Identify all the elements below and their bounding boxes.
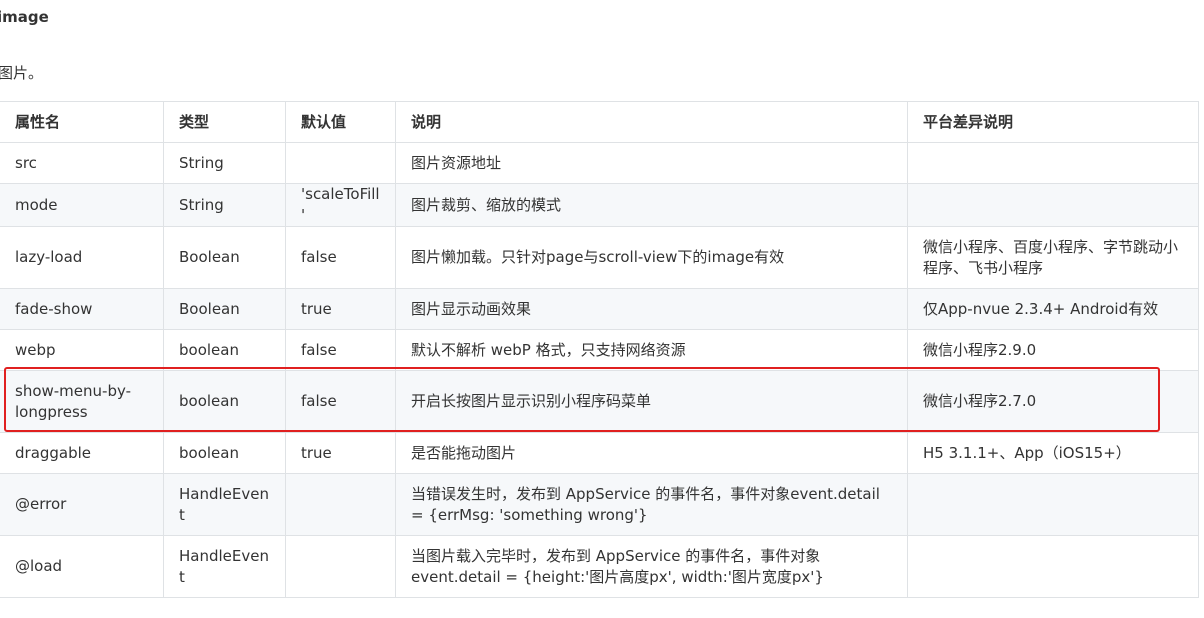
cell-default xyxy=(285,142,396,184)
cell-desc: 当图片载入完毕时，发布到 AppService 的事件名，事件对象event.d… xyxy=(395,535,908,598)
cell-platform: 仅App-nvue 2.3.4+ Android有效 xyxy=(907,288,1199,330)
table-row-show-menu-by-longpress: show-menu-by-longpress boolean false 开启长… xyxy=(0,370,1199,433)
cell-type: boolean xyxy=(163,370,286,433)
table-row-error: @error HandleEvent 当错误发生时，发布到 AppService… xyxy=(0,473,1199,536)
table-row-webp: webp boolean false 默认不解析 webP 格式，只支持网络资源… xyxy=(0,329,1199,371)
cell-name: show-menu-by-longpress xyxy=(0,370,164,433)
cell-type: Boolean xyxy=(163,226,286,289)
table-row-lazy-load: lazy-load Boolean false 图片懒加载。只针对page与sc… xyxy=(0,226,1199,289)
header-description: 说明 xyxy=(395,101,908,143)
cell-default xyxy=(285,535,396,598)
cell-desc: 图片懒加载。只针对page与scroll-view下的image有效 xyxy=(395,226,908,289)
section-description: 图片。 xyxy=(0,64,44,82)
cell-name: mode xyxy=(0,183,164,227)
cell-platform xyxy=(907,183,1199,227)
cell-default: false xyxy=(285,370,396,433)
table-row-src: src String 图片资源地址 xyxy=(0,142,1199,184)
header-attribute-name: 属性名 xyxy=(0,101,164,143)
cell-name: lazy-load xyxy=(0,226,164,289)
header-type: 类型 xyxy=(163,101,286,143)
cell-desc: 图片显示动画效果 xyxy=(395,288,908,330)
cell-default: 'scaleToFill' xyxy=(285,183,396,227)
cell-desc: 当错误发生时，发布到 AppService 的事件名，事件对象event.det… xyxy=(395,473,908,536)
cell-desc: 是否能拖动图片 xyxy=(395,432,908,474)
cell-platform xyxy=(907,535,1199,598)
header-platform-notes: 平台差异说明 xyxy=(907,101,1199,143)
cell-type: HandleEvent xyxy=(163,473,286,536)
table-row-fade-show: fade-show Boolean true 图片显示动画效果 仅App-nvu… xyxy=(0,288,1199,330)
cell-platform: H5 3.1.1+、App（iOS15+） xyxy=(907,432,1199,474)
cell-platform: 微信小程序2.7.0 xyxy=(907,370,1199,433)
cell-platform: 微信小程序、百度小程序、字节跳动小程序、飞书小程序 xyxy=(907,226,1199,289)
table-row-mode: mode String 'scaleToFill' 图片裁剪、缩放的模式 xyxy=(0,183,1199,227)
cell-default xyxy=(285,473,396,536)
cell-type: String xyxy=(163,183,286,227)
cell-desc: 开启长按图片显示识别小程序码菜单 xyxy=(395,370,908,433)
cell-name: webp xyxy=(0,329,164,371)
cell-platform xyxy=(907,142,1199,184)
cell-desc: 图片裁剪、缩放的模式 xyxy=(395,183,908,227)
cell-type: String xyxy=(163,142,286,184)
cell-name: @error xyxy=(0,473,164,536)
table-header-row: 属性名 类型 默认值 说明 平台差异说明 xyxy=(0,101,1199,143)
cell-default: true xyxy=(285,432,396,474)
cell-type: boolean xyxy=(163,432,286,474)
table-row-draggable: draggable boolean true 是否能拖动图片 H5 3.1.1+… xyxy=(0,432,1199,474)
cell-platform: 微信小程序2.9.0 xyxy=(907,329,1199,371)
cell-type: boolean xyxy=(163,329,286,371)
properties-table: 属性名 类型 默认值 说明 平台差异说明 src String 图片资源地址 m… xyxy=(0,101,1199,598)
cell-desc: 图片资源地址 xyxy=(395,142,908,184)
cell-name: fade-show xyxy=(0,288,164,330)
cell-name: src xyxy=(0,142,164,184)
cell-type: HandleEvent xyxy=(163,535,286,598)
cell-default: false xyxy=(285,329,396,371)
cell-name: draggable xyxy=(0,432,164,474)
cell-default: false xyxy=(285,226,396,289)
header-default-value: 默认值 xyxy=(285,101,396,143)
cell-desc: 默认不解析 webP 格式，只支持网络资源 xyxy=(395,329,908,371)
section-heading: image xyxy=(0,8,49,26)
cell-default: true xyxy=(285,288,396,330)
table-row-load: @load HandleEvent 当图片载入完毕时，发布到 AppServic… xyxy=(0,535,1199,598)
cell-platform xyxy=(907,473,1199,536)
cell-type: Boolean xyxy=(163,288,286,330)
cell-name: @load xyxy=(0,535,164,598)
